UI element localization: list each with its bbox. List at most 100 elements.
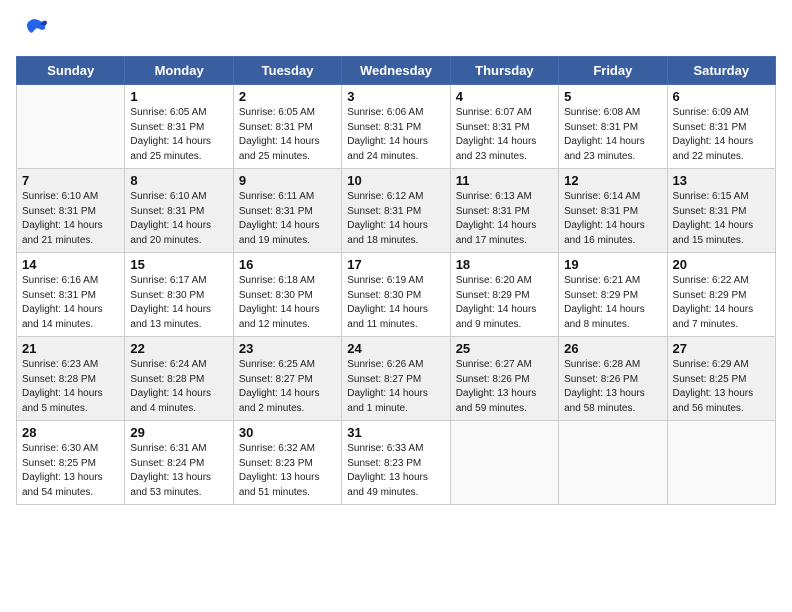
calendar-cell: 13 Sunrise: 6:15 AM Sunset: 8:31 PM Dayli… xyxy=(667,169,775,253)
day-number: 11 xyxy=(456,173,553,188)
weekday-header-saturday: Saturday xyxy=(667,57,775,85)
day-number: 28 xyxy=(22,425,119,440)
day-number: 5 xyxy=(564,89,661,104)
calendar-cell: 30 Sunrise: 6:32 AM Sunset: 8:23 PM Dayli… xyxy=(233,421,341,505)
calendar-cell xyxy=(17,85,125,169)
calendar-cell: 31Sunrise: 6:33 AM Sunset: 8:23 PM Dayli… xyxy=(342,421,450,505)
calendar-cell: 17 Sunrise: 6:19 AM Sunset: 8:30 PM Dayli… xyxy=(342,253,450,337)
calendar-cell: 9 Sunrise: 6:11 AM Sunset: 8:31 PM Daylig… xyxy=(233,169,341,253)
day-number: 20 xyxy=(673,257,770,272)
cell-details: Sunrise: 6:28 AM Sunset: 8:26 PM Dayligh… xyxy=(564,358,661,416)
day-number: 9 xyxy=(239,173,336,188)
cell-details: Sunrise: 6:23 AM Sunset: 8:28 PM Dayligh… xyxy=(22,358,119,416)
cell-details: Sunrise: 6:14 AM Sunset: 8:31 PM Dayligh… xyxy=(564,190,661,248)
calendar-week-row: 1Sunrise: 6:05 AM Sunset: 8:31 PM Daylig… xyxy=(17,85,776,169)
cell-details: Sunrise: 6:27 AM Sunset: 8:26 PM Dayligh… xyxy=(456,358,553,416)
day-number: 23 xyxy=(239,341,336,356)
logo-bird-icon xyxy=(16,16,48,44)
calendar-cell: 3 Sunrise: 6:06 AM Sunset: 8:31 PM Daylig… xyxy=(342,85,450,169)
calendar-cell xyxy=(450,421,558,505)
cell-details: Sunrise: 6:08 AM Sunset: 8:31 PM Dayligh… xyxy=(564,106,661,164)
calendar-cell: 11 Sunrise: 6:13 AM Sunset: 8:31 PM Dayli… xyxy=(450,169,558,253)
day-number: 29 xyxy=(130,425,227,440)
cell-details: Sunrise: 6:05 AM Sunset: 8:31 PM Dayligh… xyxy=(239,106,336,164)
calendar-cell: 15 Sunrise: 6:17 AM Sunset: 8:30 PM Dayli… xyxy=(125,253,233,337)
cell-details: Sunrise: 6:33 AM Sunset: 8:23 PM Dayligh… xyxy=(347,442,444,500)
weekday-header-row: SundayMondayTuesdayWednesdayThursdayFrid… xyxy=(17,57,776,85)
cell-details: Sunrise: 6:12 AM Sunset: 8:31 PM Dayligh… xyxy=(347,190,444,248)
calendar-cell: 28 Sunrise: 6:30 AM Sunset: 8:25 PM Dayli… xyxy=(17,421,125,505)
calendar-cell xyxy=(667,421,775,505)
cell-details: Sunrise: 6:15 AM Sunset: 8:31 PM Dayligh… xyxy=(673,190,770,248)
cell-details: Sunrise: 6:17 AM Sunset: 8:30 PM Dayligh… xyxy=(130,274,227,332)
calendar-cell: 7 Sunrise: 6:10 AM Sunset: 8:31 PM Daylig… xyxy=(17,169,125,253)
calendar-cell xyxy=(559,421,667,505)
weekday-header-wednesday: Wednesday xyxy=(342,57,450,85)
day-number: 4 xyxy=(456,89,553,104)
cell-details: Sunrise: 6:07 AM Sunset: 8:31 PM Dayligh… xyxy=(456,106,553,164)
cell-details: Sunrise: 6:10 AM Sunset: 8:31 PM Dayligh… xyxy=(22,190,119,248)
calendar-cell: 1Sunrise: 6:05 AM Sunset: 8:31 PM Daylig… xyxy=(125,85,233,169)
calendar-cell: 27 Sunrise: 6:29 AM Sunset: 8:25 PM Dayli… xyxy=(667,337,775,421)
weekday-header-tuesday: Tuesday xyxy=(233,57,341,85)
day-number: 15 xyxy=(130,257,227,272)
cell-details: Sunrise: 6:19 AM Sunset: 8:30 PM Dayligh… xyxy=(347,274,444,332)
day-number: 8 xyxy=(130,173,227,188)
weekday-header-friday: Friday xyxy=(559,57,667,85)
cell-details: Sunrise: 6:32 AM Sunset: 8:23 PM Dayligh… xyxy=(239,442,336,500)
calendar-cell: 19Sunrise: 6:21 AM Sunset: 8:29 PM Dayli… xyxy=(559,253,667,337)
calendar-cell: 6 Sunrise: 6:09 AM Sunset: 8:31 PM Daylig… xyxy=(667,85,775,169)
calendar-table: SundayMondayTuesdayWednesdayThursdayFrid… xyxy=(16,56,776,505)
day-number: 21 xyxy=(22,341,119,356)
day-number: 2 xyxy=(239,89,336,104)
day-number: 12 xyxy=(564,173,661,188)
page-header xyxy=(16,16,776,44)
day-number: 3 xyxy=(347,89,444,104)
calendar-cell: 4 Sunrise: 6:07 AM Sunset: 8:31 PM Daylig… xyxy=(450,85,558,169)
calendar-cell: 10Sunrise: 6:12 AM Sunset: 8:31 PM Dayli… xyxy=(342,169,450,253)
cell-details: Sunrise: 6:31 AM Sunset: 8:24 PM Dayligh… xyxy=(130,442,227,500)
day-number: 13 xyxy=(673,173,770,188)
calendar-week-row: 28 Sunrise: 6:30 AM Sunset: 8:25 PM Dayli… xyxy=(17,421,776,505)
cell-details: Sunrise: 6:25 AM Sunset: 8:27 PM Dayligh… xyxy=(239,358,336,416)
cell-details: Sunrise: 6:29 AM Sunset: 8:25 PM Dayligh… xyxy=(673,358,770,416)
calendar-week-row: 7 Sunrise: 6:10 AM Sunset: 8:31 PM Daylig… xyxy=(17,169,776,253)
calendar-cell: 25 Sunrise: 6:27 AM Sunset: 8:26 PM Dayli… xyxy=(450,337,558,421)
cell-details: Sunrise: 6:13 AM Sunset: 8:31 PM Dayligh… xyxy=(456,190,553,248)
cell-details: Sunrise: 6:26 AM Sunset: 8:27 PM Dayligh… xyxy=(347,358,444,416)
calendar-cell: 2 Sunrise: 6:05 AM Sunset: 8:31 PM Daylig… xyxy=(233,85,341,169)
calendar-cell: 23 Sunrise: 6:25 AM Sunset: 8:27 PM Dayli… xyxy=(233,337,341,421)
cell-details: Sunrise: 6:11 AM Sunset: 8:31 PM Dayligh… xyxy=(239,190,336,248)
calendar-cell: 18 Sunrise: 6:20 AM Sunset: 8:29 PM Dayli… xyxy=(450,253,558,337)
cell-details: Sunrise: 6:09 AM Sunset: 8:31 PM Dayligh… xyxy=(673,106,770,164)
day-number: 26 xyxy=(564,341,661,356)
cell-details: Sunrise: 6:20 AM Sunset: 8:29 PM Dayligh… xyxy=(456,274,553,332)
day-number: 19 xyxy=(564,257,661,272)
calendar-cell: 12 Sunrise: 6:14 AM Sunset: 8:31 PM Dayli… xyxy=(559,169,667,253)
cell-details: Sunrise: 6:05 AM Sunset: 8:31 PM Dayligh… xyxy=(130,106,227,164)
day-number: 18 xyxy=(456,257,553,272)
calendar-cell: 26 Sunrise: 6:28 AM Sunset: 8:26 PM Dayli… xyxy=(559,337,667,421)
day-number: 16 xyxy=(239,257,336,272)
day-number: 27 xyxy=(673,341,770,356)
day-number: 17 xyxy=(347,257,444,272)
cell-details: Sunrise: 6:06 AM Sunset: 8:31 PM Dayligh… xyxy=(347,106,444,164)
calendar-cell: 21 Sunrise: 6:23 AM Sunset: 8:28 PM Dayli… xyxy=(17,337,125,421)
weekday-header-thursday: Thursday xyxy=(450,57,558,85)
calendar-week-row: 21 Sunrise: 6:23 AM Sunset: 8:28 PM Dayli… xyxy=(17,337,776,421)
day-number: 6 xyxy=(673,89,770,104)
calendar-body: 1Sunrise: 6:05 AM Sunset: 8:31 PM Daylig… xyxy=(17,85,776,505)
calendar-cell: 8Sunrise: 6:10 AM Sunset: 8:31 PM Daylig… xyxy=(125,169,233,253)
day-number: 7 xyxy=(22,173,119,188)
calendar-cell: 5 Sunrise: 6:08 AM Sunset: 8:31 PM Daylig… xyxy=(559,85,667,169)
weekday-header-monday: Monday xyxy=(125,57,233,85)
cell-details: Sunrise: 6:24 AM Sunset: 8:28 PM Dayligh… xyxy=(130,358,227,416)
weekday-header-sunday: Sunday xyxy=(17,57,125,85)
day-number: 22 xyxy=(130,341,227,356)
day-number: 30 xyxy=(239,425,336,440)
calendar-cell: 22 Sunrise: 6:24 AM Sunset: 8:28 PM Dayli… xyxy=(125,337,233,421)
cell-details: Sunrise: 6:30 AM Sunset: 8:25 PM Dayligh… xyxy=(22,442,119,500)
day-number: 25 xyxy=(456,341,553,356)
cell-details: Sunrise: 6:18 AM Sunset: 8:30 PM Dayligh… xyxy=(239,274,336,332)
cell-details: Sunrise: 6:16 AM Sunset: 8:31 PM Dayligh… xyxy=(22,274,119,332)
